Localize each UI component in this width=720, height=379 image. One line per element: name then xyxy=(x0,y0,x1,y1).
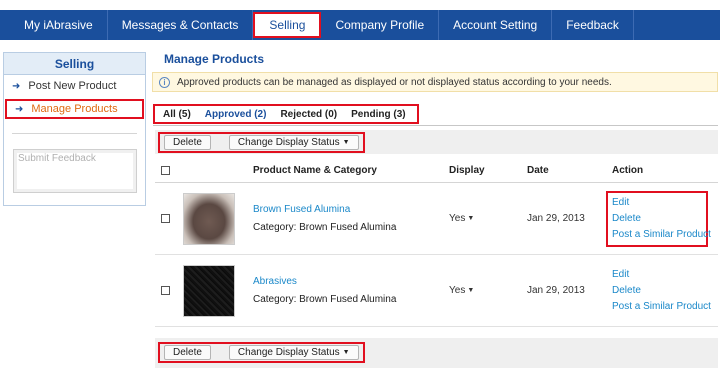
product-category: Category: Brown Fused Alumina xyxy=(253,222,397,233)
top-toolbar: Delete Change Display Status ▼ xyxy=(155,130,718,154)
divider xyxy=(12,133,137,134)
tab-company-profile[interactable]: Company Profile xyxy=(321,10,440,40)
header-date: Date xyxy=(527,164,549,176)
product-thumbnail[interactable] xyxy=(183,192,235,245)
sidebar: Selling ➜ Post New Product ➜ Manage Prod… xyxy=(3,52,146,206)
filter-pending[interactable]: Pending (3) xyxy=(344,109,412,120)
display-value: Yes xyxy=(449,285,466,296)
table-header: Product Name & Category Display Date Act… xyxy=(155,158,718,183)
tab-feedback[interactable]: Feedback xyxy=(552,10,634,40)
product-name-link[interactable]: Abrasives xyxy=(253,276,449,287)
bottom-toolbar: Delete Change Display Status ▼ xyxy=(155,338,718,368)
row-checkbox[interactable] xyxy=(161,286,170,295)
sidebar-item-post-new-product[interactable]: ➜ Post New Product xyxy=(4,75,145,97)
delete-link[interactable]: Delete xyxy=(612,211,702,227)
filter-all[interactable]: All (5) xyxy=(155,109,198,120)
row-date: Jan 29, 2013 xyxy=(527,285,585,296)
display-select[interactable]: Yes ▼ xyxy=(449,285,527,296)
tab-account-setting[interactable]: Account Setting xyxy=(439,10,553,40)
filter-approved[interactable]: Approved (2) xyxy=(198,109,274,120)
delete-button[interactable]: Delete xyxy=(164,345,211,360)
display-select[interactable]: Yes ▼ xyxy=(449,213,527,224)
info-notice: i Approved products can be managed as di… xyxy=(152,72,718,92)
caret-down-icon: ▼ xyxy=(467,287,475,294)
table-row: Brown Fused Alumina Category: Brown Fuse… xyxy=(155,183,718,255)
header-action: Action xyxy=(612,164,644,176)
bulk-actions-top: Delete Change Display Status ▼ xyxy=(158,132,365,153)
post-similar-link[interactable]: Post a Similar Product xyxy=(612,227,711,243)
sidebar-item-manage-products[interactable]: ➜ Manage Products xyxy=(5,99,144,119)
tab-my-iabrasive[interactable]: My iAbrasive xyxy=(0,10,108,40)
info-icon: i xyxy=(159,76,170,88)
top-navigation: My iAbrasive Messages & Contacts Selling… xyxy=(0,10,720,40)
row-checkbox[interactable] xyxy=(161,214,170,223)
filter-rejected[interactable]: Rejected (0) xyxy=(273,109,344,120)
notice-text: Approved products can be managed as disp… xyxy=(177,76,612,88)
status-filter-tabs: All (5) Approved (2) Rejected (0) Pendin… xyxy=(153,104,419,124)
product-category: Category: Brown Fused Alumina xyxy=(253,294,397,305)
tab-messages-contacts[interactable]: Messages & Contacts xyxy=(108,10,254,40)
caret-down-icon: ▼ xyxy=(467,215,475,222)
sidebar-title: Selling xyxy=(4,53,145,75)
row-actions: Edit Delete Post a Similar Product xyxy=(606,190,711,247)
post-similar-link[interactable]: Post a Similar Product xyxy=(612,299,718,315)
edit-link[interactable]: Edit xyxy=(612,195,702,211)
edit-link[interactable]: Edit xyxy=(612,267,718,283)
sidebar-item-label: Post New Product xyxy=(28,80,117,92)
products-table: Product Name & Category Display Date Act… xyxy=(155,158,718,327)
header-display: Display xyxy=(449,164,485,176)
caret-down-icon: ▼ xyxy=(342,349,350,356)
tab-selling[interactable]: Selling xyxy=(253,12,322,38)
status-dropdown-label: Change Display Status xyxy=(237,347,340,358)
header-name: Product Name & Category xyxy=(253,164,377,176)
status-dropdown-label: Change Display Status xyxy=(237,137,340,148)
delete-button-label: Delete xyxy=(173,137,202,148)
delete-link[interactable]: Delete xyxy=(612,283,718,299)
table-row: Abrasives Category: Brown Fused Alumina … xyxy=(155,255,718,327)
product-name-link[interactable]: Brown Fused Alumina xyxy=(253,204,449,215)
caret-down-icon: ▼ xyxy=(342,139,350,146)
feedback-textarea[interactable]: Submit Feedback xyxy=(13,149,137,193)
divider xyxy=(153,125,718,126)
product-thumbnail[interactable] xyxy=(183,264,235,317)
select-all-checkbox[interactable] xyxy=(161,165,170,175)
row-actions: Edit Delete Post a Similar Product xyxy=(612,267,718,315)
page-title: Manage Products xyxy=(164,52,265,66)
arrow-right-icon: ➜ xyxy=(12,80,21,92)
change-display-status-dropdown[interactable]: Change Display Status ▼ xyxy=(228,135,359,150)
sidebar-item-label: Manage Products xyxy=(31,103,118,115)
delete-button-label: Delete xyxy=(173,347,202,358)
delete-button[interactable]: Delete xyxy=(164,135,211,150)
change-display-status-dropdown[interactable]: Change Display Status ▼ xyxy=(228,345,359,360)
arrow-right-icon: ➜ xyxy=(15,103,24,115)
display-value: Yes xyxy=(449,213,466,224)
row-date: Jan 29, 2013 xyxy=(527,213,585,224)
bulk-actions-bottom: Delete Change Display Status ▼ xyxy=(158,342,365,363)
main-content: Manage Products i Approved products can … xyxy=(150,52,718,368)
